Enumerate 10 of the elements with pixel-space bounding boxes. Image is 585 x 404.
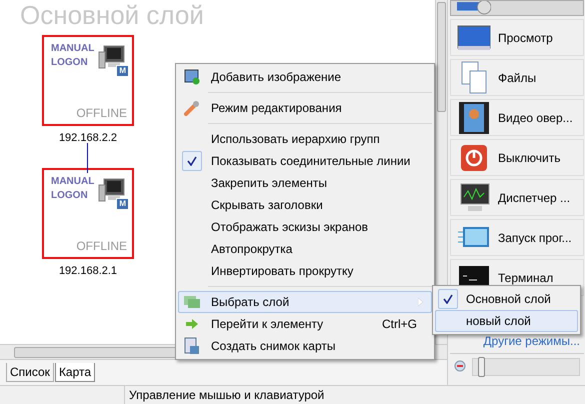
- node-address: 192.168.2.2: [58, 131, 118, 146]
- shortcut-text: Ctrl+G: [382, 316, 417, 333]
- node-status: OFFLINE: [76, 238, 127, 254]
- node-label: MANUAL LOGON: [51, 42, 96, 70]
- node-label: MANUAL LOGON: [51, 174, 96, 202]
- status-text: Управление мышью и клавиатурой: [128, 387, 326, 404]
- node-address: 192.168.2.1: [58, 264, 118, 278]
- node-badge: M: [116, 198, 129, 210]
- node-badge: M: [116, 65, 129, 77]
- node-status: OFFLINE: [76, 105, 127, 122]
